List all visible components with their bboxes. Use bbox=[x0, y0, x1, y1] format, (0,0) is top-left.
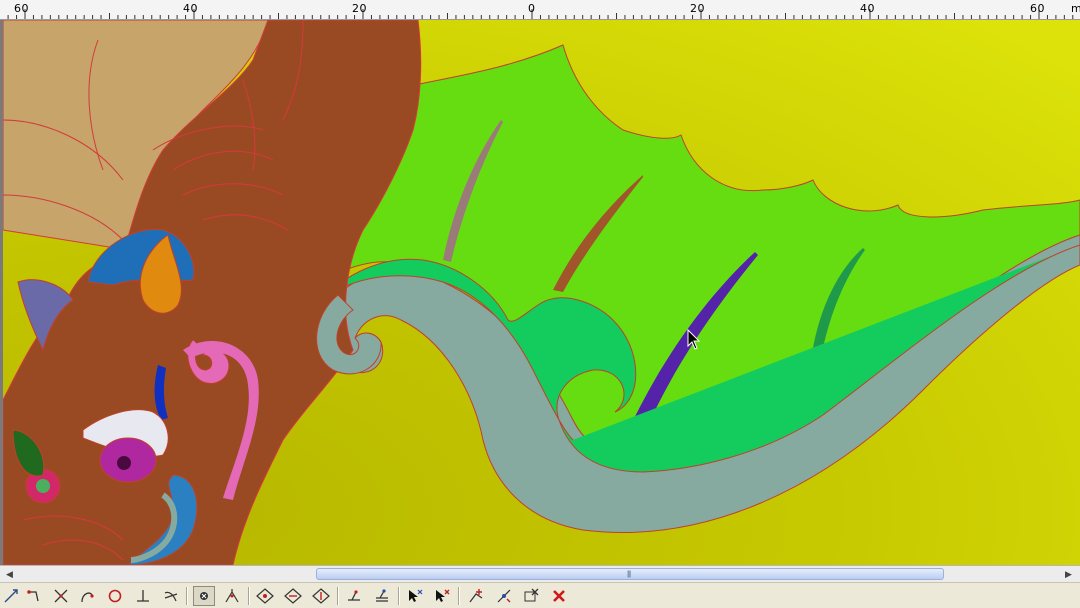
diamond-snap-2-icon[interactable] bbox=[282, 586, 304, 606]
snap-midpoint-icon[interactable] bbox=[221, 586, 243, 606]
nostril-inner bbox=[36, 479, 50, 493]
snap-intersection-icon[interactable] bbox=[50, 586, 72, 606]
snap-circle-icon[interactable] bbox=[104, 586, 126, 606]
horizontal-ruler: 60 40 20 0 20 40 60 m bbox=[0, 0, 1080, 20]
layer-stack-icon[interactable] bbox=[371, 586, 393, 606]
ruler-label-40-left: 40 bbox=[183, 2, 198, 15]
diamond-snap-3-icon[interactable] bbox=[310, 586, 332, 606]
layer-icon[interactable] bbox=[343, 586, 365, 606]
ruler-label-20-right: 20 bbox=[690, 2, 705, 15]
snap-toolbar bbox=[0, 582, 1080, 608]
ruler-label-60-left: 60 bbox=[14, 2, 29, 15]
remove-item-icon[interactable] bbox=[520, 586, 542, 606]
close-icon[interactable] bbox=[548, 586, 570, 606]
snap-tangent-icon[interactable] bbox=[160, 586, 182, 606]
select-node-icon[interactable] bbox=[404, 586, 426, 606]
toolbar-separator bbox=[458, 587, 460, 605]
horizontal-scrollbar[interactable]: ◀ |||| ▶ bbox=[0, 565, 1080, 582]
snap-node-icon[interactable] bbox=[0, 586, 22, 606]
add-point-icon[interactable] bbox=[465, 586, 487, 606]
grip-icon: |||| bbox=[627, 571, 631, 578]
ruler-label-20-left: 20 bbox=[352, 2, 367, 15]
drawing-canvas[interactable] bbox=[0, 20, 1080, 565]
snap-end-icon[interactable] bbox=[22, 586, 44, 606]
delete-node-icon[interactable] bbox=[431, 586, 453, 606]
snap-perpendicular-icon[interactable] bbox=[132, 586, 154, 606]
snap-curve-icon[interactable] bbox=[76, 586, 98, 606]
pupil bbox=[117, 456, 131, 470]
scroll-thumb[interactable]: |||| bbox=[316, 568, 944, 580]
ruler-label-60-right: 60 bbox=[1030, 2, 1045, 15]
ruler-ticks bbox=[7, 9, 1074, 19]
ruler-label-0: 0 bbox=[528, 2, 536, 15]
snap-center-icon[interactable] bbox=[193, 586, 215, 606]
ruler-label-40-right: 40 bbox=[860, 2, 875, 15]
diamond-snap-1-icon[interactable] bbox=[254, 586, 276, 606]
toolbar-separator bbox=[398, 587, 400, 605]
edit-point-icon[interactable] bbox=[493, 586, 515, 606]
chevron-left-icon[interactable]: ◀ bbox=[2, 567, 17, 581]
toolbar-separator bbox=[337, 587, 339, 605]
artwork bbox=[3, 20, 1080, 565]
mouse-cursor-icon bbox=[687, 329, 701, 350]
chevron-right-icon[interactable]: ▶ bbox=[1061, 567, 1076, 581]
ruler-unit-label: m bbox=[1071, 2, 1080, 15]
toolbar-separator bbox=[186, 587, 188, 605]
toolbar-separator bbox=[248, 587, 250, 605]
